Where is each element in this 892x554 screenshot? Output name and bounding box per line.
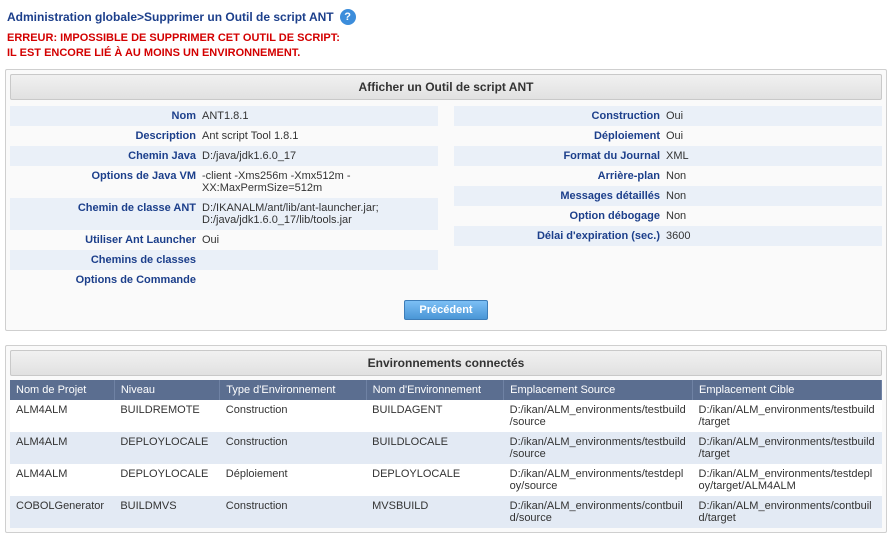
field-label: Déploiement (460, 130, 666, 142)
field-label: Délai d'expiration (sec.) (460, 230, 666, 242)
field-value: Ant script Tool 1.8.1 (202, 130, 432, 142)
field-value: Non (666, 210, 876, 222)
table-cell: D:/ikan/ALM_environments/contbuild/sourc… (504, 496, 693, 528)
field-value: Non (666, 190, 876, 202)
back-button[interactable]: Précédent (404, 300, 487, 320)
field-label: Options de Java VM (16, 170, 202, 194)
table-cell: Construction (220, 432, 366, 464)
table-cell: BUILDLOCALE (366, 432, 504, 464)
field-row: ConstructionOui (454, 106, 882, 126)
breadcrumb-page: Supprimer un Outil de script ANT (144, 10, 334, 24)
table-header: Nom de Projet (10, 380, 114, 400)
error-message: ERREUR: IMPOSSIBLE DE SUPPRIMER CET OUTI… (5, 29, 887, 69)
panel-connected-envs-title: Environnements connectés (10, 350, 882, 376)
field-row: Options de Commande (10, 270, 438, 290)
field-value: D:/java/jdk1.6.0_17 (202, 150, 432, 162)
field-row: Délai d'expiration (sec.)3600 (454, 226, 882, 246)
breadcrumb: Administration globale>Supprimer un Outi… (5, 5, 887, 29)
table-header: Nom d'Environnement (366, 380, 504, 400)
field-value: Oui (666, 110, 876, 122)
field-value (202, 254, 432, 266)
field-value: XML (666, 150, 876, 162)
field-value: ANT1.8.1 (202, 110, 432, 122)
table-cell: DEPLOYLOCALE (114, 432, 219, 464)
environments-table: Nom de ProjetNiveauType d'EnvironnementN… (10, 380, 882, 528)
table-cell: D:/ikan/ALM_environments/testdeploy/targ… (693, 464, 882, 496)
table-cell: D:/ikan/ALM_environments/contbuild/targe… (693, 496, 882, 528)
table-row: ALM4ALMDEPLOYLOCALEConstructionBUILDLOCA… (10, 432, 882, 464)
field-row: Option débogageNon (454, 206, 882, 226)
table-header: Type d'Environnement (220, 380, 366, 400)
table-cell: DEPLOYLOCALE (366, 464, 504, 496)
panel-connected-envs: Environnements connectés Nom de ProjetNi… (5, 345, 887, 533)
table-cell: D:/ikan/ALM_environments/testbuild/sourc… (504, 432, 693, 464)
field-row: Options de Java VM-client -Xms256m -Xmx5… (10, 166, 438, 198)
table-row: ALM4ALMDEPLOYLOCALEDéploiementDEPLOYLOCA… (10, 464, 882, 496)
field-value (202, 274, 432, 286)
table-cell: D:/ikan/ALM_environments/testbuild/sourc… (504, 400, 693, 432)
table-cell: D:/ikan/ALM_environments/testbuild/targe… (693, 400, 882, 432)
field-label: Nom (16, 110, 202, 122)
error-line1: ERREUR: IMPOSSIBLE DE SUPPRIMER CET OUTI… (7, 31, 885, 46)
table-header: Emplacement Cible (693, 380, 882, 400)
table-cell: Construction (220, 400, 366, 432)
breadcrumb-root[interactable]: Administration globale (7, 10, 137, 24)
table-header: Niveau (114, 380, 219, 400)
field-value: -client -Xms256m -Xmx512m -XX:MaxPermSiz… (202, 170, 432, 194)
field-value: Oui (202, 234, 432, 246)
field-row: Chemins de classes (10, 250, 438, 270)
field-row: DéploiementOui (454, 126, 882, 146)
panel-view-tool-title: Afficher un Outil de script ANT (10, 74, 882, 100)
table-cell: ALM4ALM (10, 432, 114, 464)
table-cell: DEPLOYLOCALE (114, 464, 219, 496)
field-row: Chemin de classe ANTD:/IKANALM/ant/lib/a… (10, 198, 438, 230)
table-cell: MVSBUILD (366, 496, 504, 528)
field-label: Utiliser Ant Launcher (16, 234, 202, 246)
help-icon[interactable]: ? (340, 9, 356, 25)
table-cell: Déploiement (220, 464, 366, 496)
table-cell: COBOLGenerator (10, 496, 114, 528)
table-cell: BUILDMVS (114, 496, 219, 528)
field-value: 3600 (666, 230, 876, 242)
field-label: Construction (460, 110, 666, 122)
field-row: NomANT1.8.1 (10, 106, 438, 126)
panel-view-tool: Afficher un Outil de script ANT NomANT1.… (5, 69, 887, 331)
field-label: Option débogage (460, 210, 666, 222)
field-label: Format du Journal (460, 150, 666, 162)
field-row: DescriptionAnt script Tool 1.8.1 (10, 126, 438, 146)
table-cell: ALM4ALM (10, 400, 114, 432)
field-label: Options de Commande (16, 274, 202, 286)
field-label: Arrière-plan (460, 170, 666, 182)
field-row: Utiliser Ant LauncherOui (10, 230, 438, 250)
breadcrumb-sep: > (137, 10, 144, 24)
field-label: Chemins de classes (16, 254, 202, 266)
table-row: COBOLGeneratorBUILDMVSConstructionMVSBUI… (10, 496, 882, 528)
table-cell: BUILDAGENT (366, 400, 504, 432)
field-label: Chemin de classe ANT (16, 202, 202, 226)
table-header: Emplacement Source (504, 380, 693, 400)
table-row: ALM4ALMBUILDREMOTEConstructionBUILDAGENT… (10, 400, 882, 432)
error-line2: IL EST ENCORE LIÉ À AU MOINS UN ENVIRONN… (7, 46, 885, 61)
field-row: Chemin JavaD:/java/jdk1.6.0_17 (10, 146, 438, 166)
field-label: Chemin Java (16, 150, 202, 162)
field-row: Format du JournalXML (454, 146, 882, 166)
field-label: Description (16, 130, 202, 142)
table-cell: ALM4ALM (10, 464, 114, 496)
field-label: Messages détaillés (460, 190, 666, 202)
field-value: Oui (666, 130, 876, 142)
field-value: D:/IKANALM/ant/lib/ant-launcher.jar; D:/… (202, 202, 432, 226)
field-value: Non (666, 170, 876, 182)
field-row: Arrière-planNon (454, 166, 882, 186)
table-cell: BUILDREMOTE (114, 400, 219, 432)
table-cell: D:/ikan/ALM_environments/testbuild/targe… (693, 432, 882, 464)
table-cell: Construction (220, 496, 366, 528)
field-row: Messages détaillésNon (454, 186, 882, 206)
table-cell: D:/ikan/ALM_environments/testdeploy/sour… (504, 464, 693, 496)
